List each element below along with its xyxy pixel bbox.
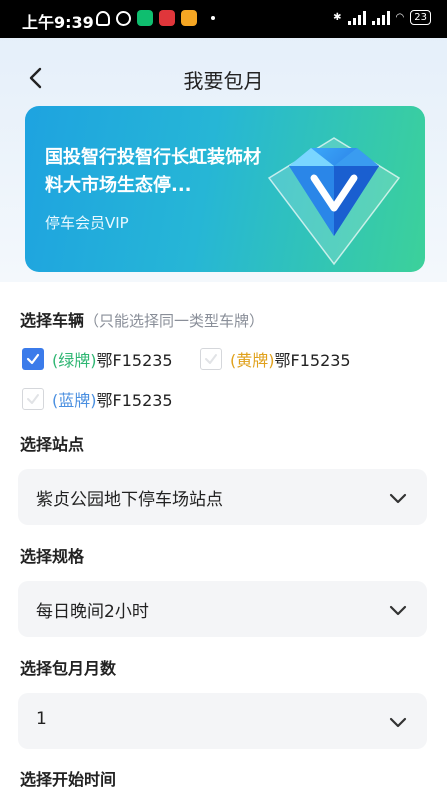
station-section-label: 选择站点 <box>20 435 85 454</box>
more-dot-icon <box>211 16 215 20</box>
banner-subtitle: 停车会员VIP <box>45 214 129 232</box>
months-select[interactable]: 1 <box>18 693 427 749</box>
chevron-down-icon <box>389 605 407 616</box>
vehicle-section-label: 选择车辆（只能选择同一类型车牌） <box>20 307 264 331</box>
app-orange-icon <box>181 10 197 26</box>
spec-section-label: 选择规格 <box>20 547 85 566</box>
status-bar: 上午9:39 ✱ ◠ 23 <box>0 0 447 38</box>
system-icons: ✱ ◠ 23 <box>333 10 431 25</box>
checkbox-checked-icon[interactable] <box>22 348 44 370</box>
notification-icons <box>96 10 215 26</box>
alarm-icon <box>116 10 131 26</box>
vehicle-option-yellow[interactable]: (黄牌) 鄂F15235 <box>200 347 351 371</box>
signal-icon-2 <box>371 10 390 25</box>
wechat-icon <box>137 10 153 26</box>
checkbox-unchecked-icon[interactable] <box>22 388 44 410</box>
status-time: 上午9:39 <box>22 13 94 32</box>
plate-number: 鄂F15235 <box>96 391 173 410</box>
spec-select[interactable]: 每日晚间2小时 <box>18 581 427 637</box>
diamond-vip-icon <box>267 137 401 266</box>
vehicle-label: 选择车辆 <box>20 311 85 330</box>
station-value: 紫贞公园地下停车场站点 <box>36 490 223 510</box>
chevron-down-icon <box>389 717 407 728</box>
months-value: 1 <box>36 709 47 729</box>
months-section-label: 选择包月月数 <box>20 659 117 678</box>
vehicle-option-green[interactable]: (绿牌) 鄂F15235 <box>22 347 173 371</box>
app-red-icon <box>159 10 175 26</box>
vip-banner: 国投智行投智行长虹装饰材料大市场生态停... 停车会员VIP <box>25 106 425 272</box>
plate-number: 鄂F15235 <box>96 351 173 370</box>
plate-number: 鄂F15235 <box>274 351 351 370</box>
wifi-icon: ◠ <box>395 12 405 23</box>
checkbox-unchecked-icon[interactable] <box>200 348 222 370</box>
plate-type-yellow: (黄牌) <box>230 351 275 370</box>
spec-value: 每日晚间2小时 <box>36 602 149 622</box>
station-select[interactable]: 紫贞公园地下停车场站点 <box>18 469 427 525</box>
plate-type-blue: (蓝牌) <box>52 391 97 410</box>
start-section-label: 选择开始时间 <box>20 770 117 789</box>
battery-icon: 23 <box>410 10 431 25</box>
banner-title: 国投智行投智行长虹装饰材料大市场生态停... <box>45 147 261 196</box>
vehicle-option-blue[interactable]: (蓝牌) 鄂F15235 <box>22 387 173 411</box>
vehicle-hint: （只能选择同一类型车牌） <box>84 312 265 330</box>
chevron-down-icon <box>389 493 407 504</box>
signal-icon <box>347 10 366 25</box>
bluetooth-icon: ✱ <box>333 12 342 23</box>
plate-type-green: (绿牌) <box>52 351 97 370</box>
page-title: 我要包月 <box>183 69 264 93</box>
mute-bell-icon <box>96 10 110 26</box>
